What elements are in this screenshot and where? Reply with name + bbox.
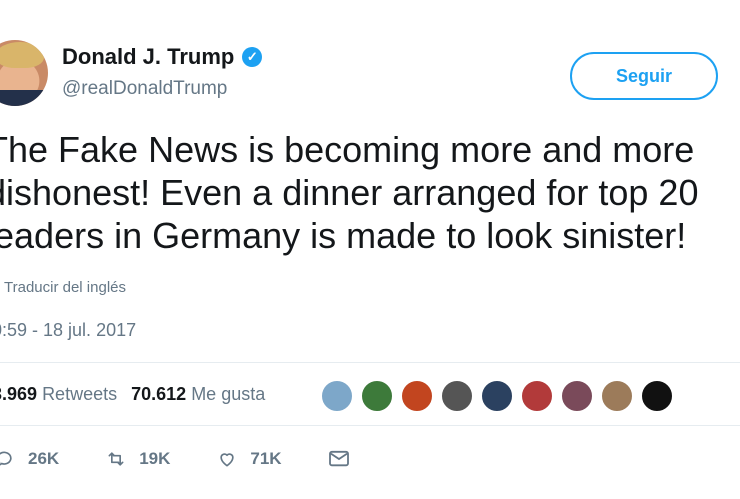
liker-avatar[interactable] xyxy=(560,379,594,413)
retweet-count: 19K xyxy=(139,449,171,468)
divider xyxy=(0,425,740,426)
liker-avatar[interactable] xyxy=(480,379,514,413)
tweet-line: The Fake News is becoming more and more xyxy=(0,129,695,170)
avatar-shirt xyxy=(0,90,48,106)
author-name-row: Donald J. Trump ✓ xyxy=(62,44,263,70)
liker-avatar[interactable] xyxy=(360,379,394,413)
envelope-icon xyxy=(326,446,352,472)
likes-label[interactable]: Me gusta xyxy=(191,384,265,405)
translate-link[interactable]: Traducir del inglés xyxy=(4,279,126,296)
tweet-actions: 26K 19K 71K xyxy=(0,446,352,472)
liker-avatar[interactable] xyxy=(640,379,674,413)
author-name[interactable]: Donald J. Trump xyxy=(62,44,234,70)
like-action[interactable]: 71K xyxy=(214,446,282,472)
tweet-text: The Fake News is becoming more and more … xyxy=(0,128,740,257)
tweet-timestamp[interactable]: 0:59 - 18 jul. 2017 xyxy=(0,320,136,341)
retweets-label[interactable]: Retweets xyxy=(42,384,117,405)
reply-count: 26K xyxy=(28,449,60,468)
reply-icon xyxy=(0,446,18,472)
divider xyxy=(0,362,740,363)
follow-button[interactable]: Seguir xyxy=(570,52,718,100)
liker-avatar[interactable] xyxy=(320,379,354,413)
heart-icon xyxy=(214,446,240,472)
liker-avatar[interactable] xyxy=(400,379,434,413)
likes-count[interactable]: 70.612 xyxy=(131,384,186,405)
direct-message-action[interactable] xyxy=(326,446,352,472)
liker-avatar[interactable] xyxy=(520,379,554,413)
retweet-icon xyxy=(103,446,129,472)
author-avatar[interactable] xyxy=(0,40,48,106)
retweet-action[interactable]: 19K xyxy=(103,446,170,472)
likers-avatars xyxy=(320,379,674,413)
author-handle[interactable]: @realDonaldTrump xyxy=(62,78,227,100)
avatar-hair xyxy=(0,42,44,68)
retweets-count[interactable]: 3.969 xyxy=(0,384,37,405)
verified-check-icon: ✓ xyxy=(242,47,263,67)
like-count: 71K xyxy=(250,449,282,468)
liker-avatar[interactable] xyxy=(600,379,634,413)
tweet-line: dishonest! Even a dinner arranged for to… xyxy=(0,172,699,213)
reply-action[interactable]: 26K xyxy=(0,446,59,472)
tweet-stats: 3.969 Retweets 70.612 Me gusta xyxy=(0,384,265,405)
liker-avatar[interactable] xyxy=(440,379,474,413)
tweet-line: leaders in Germany is made to look sinis… xyxy=(0,215,687,256)
